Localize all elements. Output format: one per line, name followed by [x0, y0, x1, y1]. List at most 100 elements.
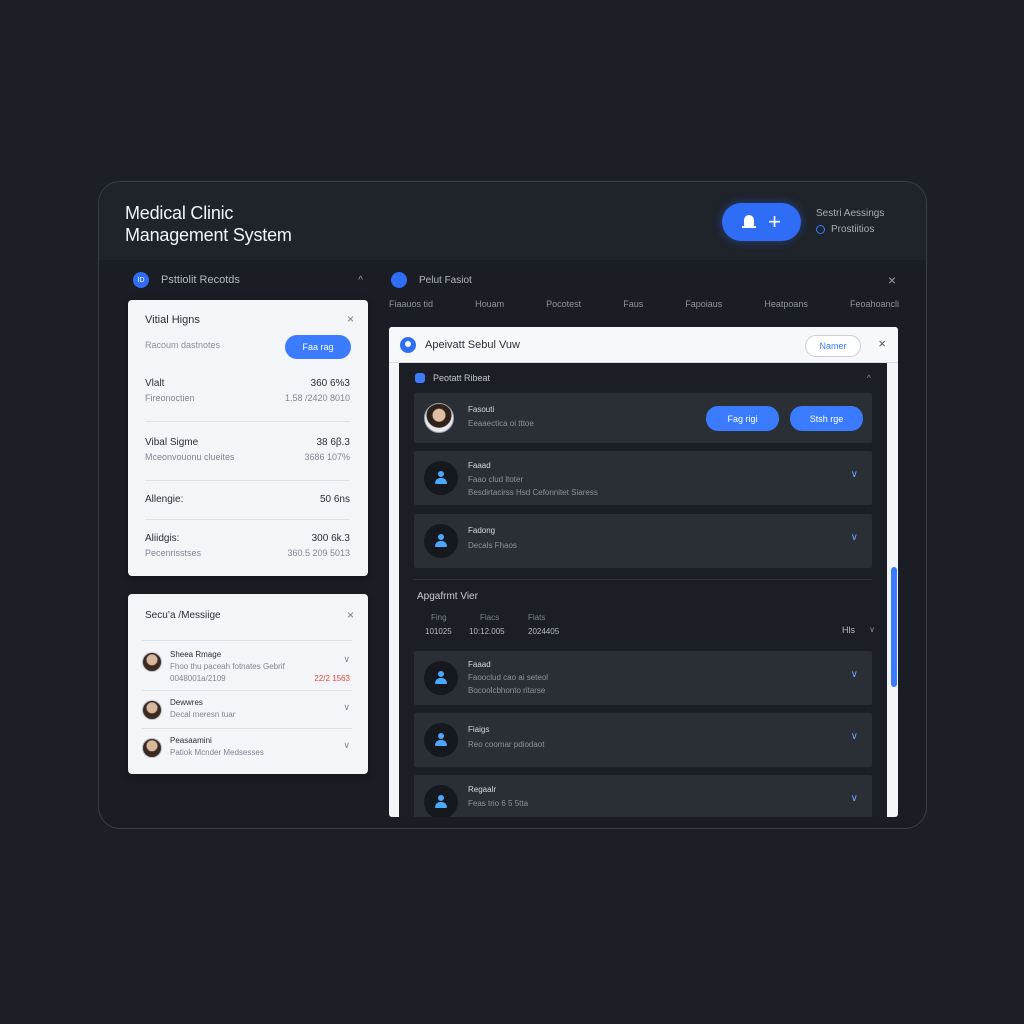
close-icon[interactable]: ×: [888, 272, 896, 288]
close-icon[interactable]: ×: [347, 312, 354, 326]
record-item[interactable]: Faaad Faao clud ltoter Besdirtacirss Hsd…: [414, 451, 872, 505]
secure-messages-card: Secu’a /Messiige × Sheea Rmage Fhoo thu …: [128, 594, 368, 774]
scrollbar[interactable]: [891, 567, 897, 687]
chevron-down-icon[interactable]: ∨: [869, 625, 875, 634]
patient-detail-label: Pelut Fasiot: [419, 274, 472, 286]
vital-row-label: Vlalt: [145, 378, 165, 389]
record-detail: Faao clud ltoter: [468, 475, 524, 484]
tab[interactable]: Faus: [623, 299, 643, 309]
vital-signs-action-button[interactable]: Faa rag: [285, 335, 351, 359]
message-preview: Decal meresn tuar: [170, 710, 236, 719]
close-icon[interactable]: ×: [347, 608, 354, 622]
appointment-title: Faaad: [468, 660, 491, 669]
tab[interactable]: Houam: [475, 299, 504, 309]
vital-row-value: 360 6%3: [310, 378, 350, 389]
appointment-detail: Feas trio 6 5 5tta: [468, 799, 529, 808]
message-sender: Peasaamini: [170, 736, 212, 745]
patient-detail: Eeaaectica oi tttoe: [468, 419, 534, 428]
person-icon: [424, 461, 458, 495]
header-status-text: Prostiitios: [831, 224, 875, 235]
record-icon: [415, 373, 425, 383]
chevron-down-icon[interactable]: ∨: [343, 740, 350, 751]
patient-name: Fasouti: [468, 405, 495, 414]
chevron-down-icon[interactable]: ∨: [851, 532, 858, 543]
chevron-down-icon[interactable]: ∨: [343, 702, 350, 713]
appointment-title: Fiaigs: [468, 725, 490, 734]
record-title: Fadong: [468, 526, 496, 535]
tab[interactable]: Pocotest: [546, 299, 581, 309]
appointment-item[interactable]: Faaad Faooclud cao ai seteol Bocoolcbhon…: [414, 651, 872, 705]
divider: [142, 690, 352, 691]
vital-row-sublabel: Mceonvouonu clueites: [145, 452, 235, 462]
person-icon: [424, 524, 458, 558]
chevron-down-icon[interactable]: ∨: [851, 669, 858, 680]
messages-title: Secu’a /Messiige: [145, 610, 221, 621]
avatar: [142, 652, 162, 672]
patient-icon: [391, 272, 407, 288]
chevron-up-icon[interactable]: ^: [358, 275, 363, 286]
tab[interactable]: Fapoiaus: [685, 299, 722, 309]
profile-action-button-1[interactable]: Fag rigi: [706, 406, 779, 431]
chevron-down-icon[interactable]: ∨: [851, 731, 858, 742]
profile-action-button-2[interactable]: Stsh rge: [790, 406, 863, 431]
patient-detail-header: Pelut Fasiot ×: [391, 271, 896, 289]
record-item[interactable]: Fadong Decals Fhaos ∨: [414, 514, 872, 568]
vital-row-value: 300 6k.3: [311, 533, 350, 544]
vital-row-sublabel: Fireonoctien: [145, 393, 195, 403]
message-preview: Fhoo thu paceah fotnates Gebrif: [170, 662, 285, 671]
status-ring-icon: [816, 225, 825, 234]
appointment-col: Fiats: [528, 613, 546, 622]
appointment-schedule-panel: Apeivatt Sebul Vuw Namer × Peotatt Ribea…: [389, 327, 898, 817]
vital-row-subvalue: 3686 107%: [304, 452, 350, 462]
tab[interactable]: Feoahoancli: [850, 299, 899, 309]
chevron-down-icon[interactable]: ∨: [851, 469, 858, 480]
person-icon: [424, 661, 458, 695]
vital-row-label: Vibal Sigme: [145, 437, 199, 448]
chevron-down-icon[interactable]: ∨: [343, 654, 350, 665]
appointment-item[interactable]: Regaalr Feas trio 6 5 5tta ∨: [414, 775, 872, 817]
appointment-val: 10:12.005: [469, 627, 505, 636]
app-window: Medical Clinic Management System + Sestr…: [98, 181, 927, 829]
vital-row-value: 38 6β.3: [316, 437, 350, 448]
divider: [142, 728, 352, 729]
inner-title: Peotatt Ribeat: [433, 373, 491, 383]
avatar: [142, 700, 162, 720]
app-title-line1: Medical Clinic: [125, 203, 234, 223]
patient-record-view: Peotatt Ribeat ^ Fasouti Eeaaectica oi t…: [399, 363, 887, 817]
appointment-val: 101025: [425, 627, 452, 636]
appointment-col: Fiacs: [480, 613, 500, 622]
appointment-detail: Reo coomar pdiodaot: [468, 740, 545, 749]
appointment-view-title: Apgafrmt Vier: [417, 591, 478, 602]
tab[interactable]: Fiaauos tid: [389, 299, 433, 309]
tab[interactable]: Heatpoans: [764, 299, 808, 309]
vital-row-value: 50 6ns: [319, 494, 350, 505]
appointment-filter[interactable]: Hls: [842, 625, 855, 635]
message-item[interactable]: Sheea Rmage Fhoo thu paceah fotnates Geb…: [142, 648, 352, 683]
divider: [145, 421, 350, 422]
record-detail-secondary: Besdirtacirss Hsd Cefonnitet Siaress: [468, 488, 598, 497]
appointment-item[interactable]: Fiaigs Reo coomar pdiodaot ∨: [414, 713, 872, 767]
appointment-title: Regaalr: [468, 785, 497, 794]
message-sender: Sheea Rmage: [170, 650, 222, 659]
vital-row-subvalue: 360.5 209 5013: [287, 548, 350, 558]
chevron-down-icon[interactable]: ∨: [851, 793, 858, 804]
patient-profile-card: Fasouti Eeaaectica oi tttoe Fag rigi Sts…: [414, 393, 872, 443]
appointment-col: Fing: [431, 613, 447, 622]
patient-records-header[interactable]: ID Psttiolit Recotds ^: [133, 271, 363, 289]
name-button[interactable]: Namer: [805, 335, 861, 357]
app-title-line2: Management System: [125, 225, 292, 245]
chevron-up-icon[interactable]: ^: [867, 373, 871, 383]
add-notification-button[interactable]: +: [722, 203, 801, 241]
panel-titlebar: Apeivatt Sebul Vuw Namer ×: [389, 327, 898, 363]
appointment-detail: Faooclud cao ai seteol: [468, 673, 549, 682]
divider: [414, 579, 872, 580]
message-item[interactable]: Dewwres Decal meresn tuar ∨: [142, 696, 352, 730]
record-detail: Decals Fhaos: [468, 541, 517, 550]
records-icon: ID: [133, 272, 149, 288]
close-icon[interactable]: ×: [878, 336, 886, 351]
vital-signs-card: Vitial Higns × Racoum dastnotes Faa rag …: [128, 300, 368, 576]
bell-icon: [742, 214, 757, 230]
header-settings[interactable]: Sestri Aessings Prostiitios: [816, 208, 884, 235]
message-item[interactable]: Peasaamini Patiok Mcnder Medsesses ∨: [142, 734, 352, 768]
divider: [145, 480, 350, 481]
